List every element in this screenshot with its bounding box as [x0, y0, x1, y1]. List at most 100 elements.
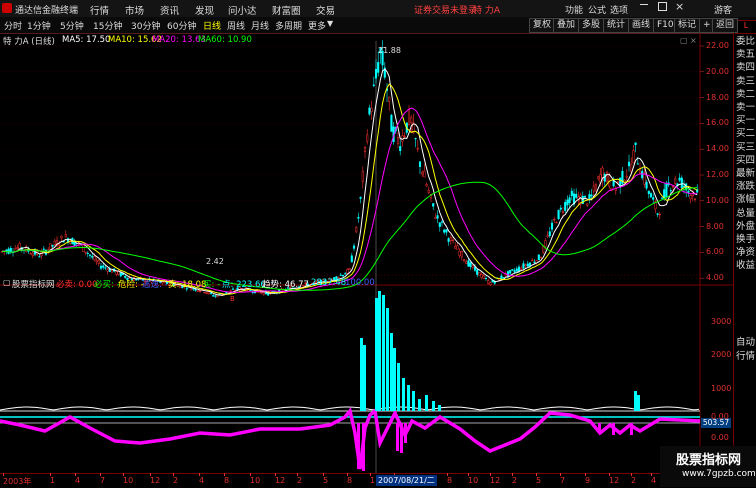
side-panel-item[interactable]: 卖三 [736, 75, 755, 88]
candle-body [38, 256, 41, 258]
multi-stock-button[interactable]: 多股 [578, 18, 605, 33]
time-tick-mark [347, 473, 348, 476]
price-tick: 10.00 [706, 195, 729, 205]
candle-body [216, 295, 219, 298]
candle-body [586, 203, 589, 206]
time-tick: 12 [150, 476, 161, 485]
side-panel-item[interactable]: 自动 [736, 336, 755, 349]
back-button[interactable]: 返回 [712, 18, 739, 33]
candle-body [537, 254, 540, 260]
period-tick[interactable]: 分时 [4, 19, 22, 32]
side-panel-item[interactable]: 行情 [736, 350, 755, 363]
menu-discover[interactable]: 发现 [195, 3, 214, 17]
period-more[interactable]: 更多 [308, 19, 326, 32]
candle-body [500, 275, 503, 280]
l-logo-icon[interactable]: L [735, 20, 756, 34]
side-panel-item[interactable]: 涨幅 [736, 193, 755, 206]
indicator-tick: 2000 [711, 350, 732, 359]
candle-body [350, 255, 353, 263]
candle-body [568, 197, 571, 204]
candle-body [355, 226, 358, 233]
side-panel-item[interactable]: 买三 [736, 141, 755, 154]
minimize-icon[interactable] [640, 4, 648, 5]
cursor-date: 2007/08/21/二 [376, 475, 437, 486]
side-panel-item[interactable]: 买二 [736, 127, 755, 140]
menu-wealth[interactable]: 财富圈 [272, 3, 301, 17]
menu-market-quotes[interactable]: 行情 [90, 3, 109, 17]
statistics-button[interactable]: 统计 [603, 18, 630, 33]
spike-bar [375, 298, 378, 411]
spike-bar [425, 395, 428, 411]
menu-function[interactable]: 功能 [565, 3, 583, 16]
side-panel-item[interactable]: 卖五 [736, 48, 755, 61]
side-panel-item[interactable]: 卖四 [736, 61, 755, 74]
spike-bar [637, 395, 640, 411]
candle-body [489, 282, 492, 286]
candle-body [53, 240, 56, 245]
magenta-indicator-line [0, 407, 701, 470]
spike-bar [362, 423, 365, 471]
side-panel-item[interactable]: 外盘 [736, 220, 755, 233]
period-toolbar: 分时 1分钟 5分钟 15分钟 30分钟 60分钟 日线 周线 月线 多周期 更… [0, 17, 756, 34]
candle-body [480, 274, 483, 278]
time-tick: 7 [100, 476, 106, 485]
kline-chart[interactable]: B [0, 33, 733, 473]
period-30min[interactable]: 30分钟 [131, 19, 160, 32]
mark-button[interactable]: 标记 [674, 18, 701, 33]
price-tick: 8.00 [706, 221, 724, 231]
indicator-name[interactable]: 股票指标网 [12, 278, 55, 290]
period-multi[interactable]: 多周期 [275, 19, 302, 32]
time-tick: 2003年 [3, 477, 32, 486]
period-monthly[interactable]: 月线 [251, 19, 269, 32]
period-daily[interactable]: 日线 [203, 19, 221, 32]
draw-line-button[interactable]: 画线 [628, 18, 655, 33]
menu-ask[interactable]: 问小达 [228, 3, 257, 17]
menu-news[interactable]: 资讯 [160, 3, 179, 17]
candle-body [548, 231, 551, 237]
menu-market[interactable]: 市场 [125, 3, 144, 17]
ma-line [1, 107, 698, 293]
price-tick: 14.00 [706, 144, 729, 154]
side-panel-item[interactable]: 买四 [736, 154, 755, 167]
candle-body [467, 260, 470, 267]
ma-line [1, 68, 698, 296]
side-panel-item[interactable]: 涨跌 [736, 180, 755, 193]
spike-bar [382, 295, 385, 411]
candle-body [368, 107, 371, 115]
close-icon[interactable]: × [675, 0, 684, 13]
app-title: 通达信金融终端 [15, 6, 79, 16]
period-60min[interactable]: 60分钟 [167, 19, 196, 32]
side-panel-item[interactable]: 卖一 [736, 101, 755, 114]
title-bar: 通达信金融终端 行情 市场 资讯 发现 问小达 财富圈 交易 证券交易未登录 特… [0, 0, 756, 18]
side-panel-item[interactable]: 买一 [736, 114, 755, 127]
guest-user[interactable]: 游客 [714, 3, 732, 16]
candle-body [511, 269, 514, 271]
spike-bar [393, 348, 396, 411]
time-tick: 2 [173, 476, 179, 485]
more-arrow-icon[interactable]: ▼ [327, 19, 333, 28]
menu-options[interactable]: 选项 [610, 3, 628, 16]
spike-bar [404, 423, 407, 443]
overlay-button[interactable]: 叠加 [553, 18, 580, 33]
side-panel-item[interactable]: 最新 [736, 167, 755, 180]
period-5min[interactable]: 5分钟 [60, 19, 84, 32]
login-warning[interactable]: 证券交易未登录 [414, 3, 477, 16]
side-panel-item[interactable]: 总量 [736, 207, 755, 220]
menu-formula[interactable]: 公式 [588, 3, 606, 16]
side-panel-item[interactable]: 卖二 [736, 88, 755, 101]
maximize-icon[interactable] [658, 2, 667, 11]
period-1min[interactable]: 1分钟 [27, 19, 51, 32]
candle-body [462, 259, 466, 261]
candle-body [665, 183, 668, 198]
adjust-button[interactable]: 复权 [529, 18, 556, 33]
period-15min[interactable]: 15分钟 [93, 19, 122, 32]
indicator-escape: 逃逸: - [142, 280, 168, 290]
side-panel-item[interactable]: 净资 [736, 246, 755, 259]
period-weekly[interactable]: 周线 [227, 19, 245, 32]
side-panel-item[interactable]: 委比 [736, 35, 755, 48]
side-panel-item[interactable]: 收益 [736, 259, 755, 272]
side-panel-item[interactable]: 换手 [736, 233, 755, 246]
indicator-settings-icon[interactable]: ▢ [3, 278, 11, 287]
time-tick: 8 [447, 476, 453, 485]
menu-trade[interactable]: 交易 [316, 3, 335, 17]
